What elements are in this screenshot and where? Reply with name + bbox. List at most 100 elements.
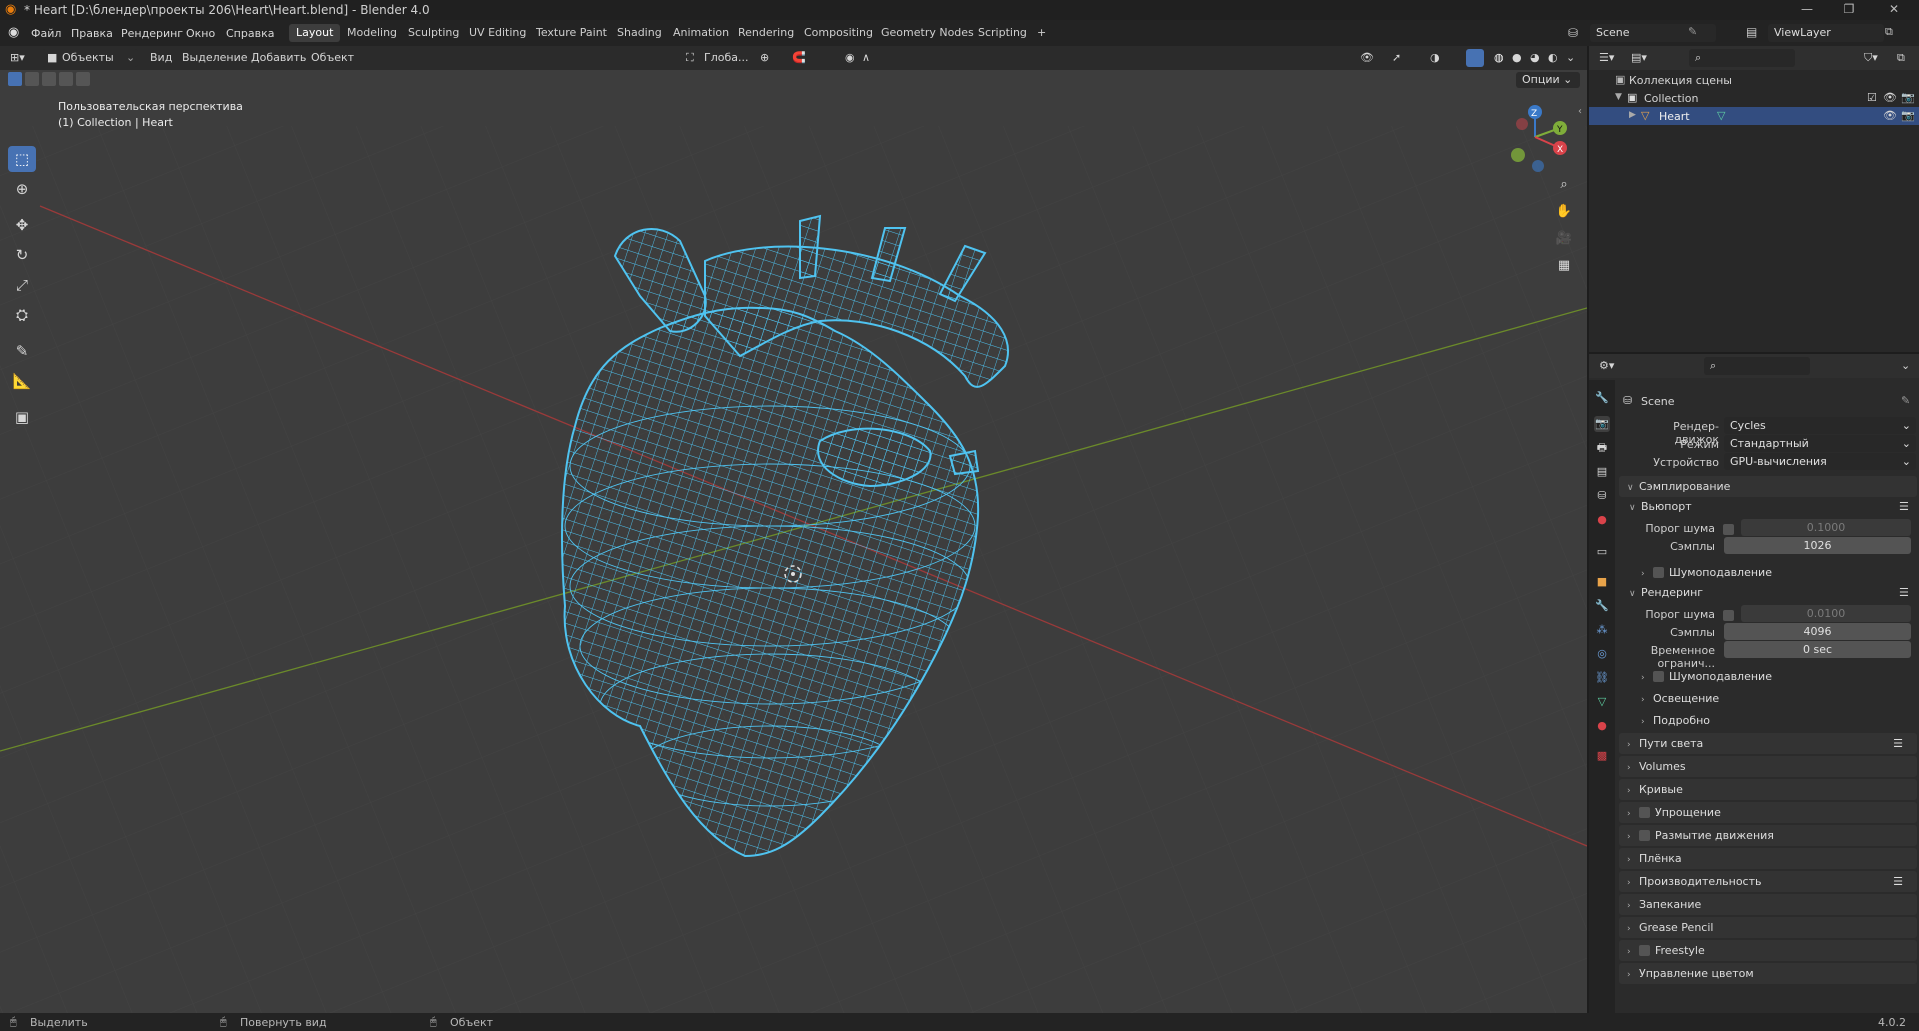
bake-panel[interactable]: › Запекание [1619, 894, 1917, 915]
light-paths-panel[interactable]: › Пути света ☰ [1619, 733, 1917, 754]
render-subpanel-header[interactable]: ∨ Рендеринг [1629, 583, 1909, 604]
3d-viewport[interactable]: ⊞▾ ■ Объекты ⌄ Вид Выделение Добавить Об… [0, 46, 1587, 1013]
snap-icon[interactable]: 🧲 [792, 50, 806, 66]
simplify-panel[interactable]: › Упрощение [1619, 802, 1917, 823]
menu-render[interactable]: Рендеринг [121, 27, 183, 40]
constraints-tab-icon[interactable]: ⛓ [1594, 670, 1610, 686]
measure-tool-icon[interactable]: 📐 [8, 368, 36, 394]
scale-tool-icon[interactable]: ⤢ [8, 272, 36, 298]
ortho-toggle-icon[interactable]: ▦ [1552, 255, 1576, 277]
pan-hand-icon[interactable]: ✋ [1552, 201, 1576, 223]
viewport-subpanel-header[interactable]: ∨ Вьюпорт [1629, 497, 1909, 518]
advanced-subpanel-header[interactable]: › Подробно [1641, 711, 1911, 732]
select-subtract-icon[interactable] [42, 72, 56, 86]
tab-texture-paint[interactable]: Texture Paint [529, 24, 614, 42]
menu-help[interactable]: Справка [226, 27, 274, 40]
select-intersect-icon[interactable] [76, 72, 90, 86]
view-layer-icon[interactable]: ▤ [1746, 25, 1757, 39]
viewport-samples-field[interactable]: 1026 [1724, 537, 1911, 554]
menu-edit[interactable]: Правка [71, 27, 113, 40]
navigation-gizmo[interactable]: Z Y X [1500, 102, 1570, 172]
pin-icon[interactable]: ✎ [1901, 394, 1910, 407]
modifier-tab-icon[interactable]: 🔧 [1594, 598, 1610, 614]
time-limit-field[interactable]: 0 sec [1724, 641, 1911, 658]
mode-select[interactable]: Стандартный ⌄ [1724, 435, 1916, 452]
maximize-button[interactable]: ❐ [1835, 2, 1863, 18]
tab-scripting[interactable]: Scripting [971, 24, 1034, 42]
tab-layout[interactable]: Layout [289, 24, 341, 42]
presets-list-icon[interactable]: ☰ [1899, 586, 1909, 599]
proportional-edit-icon[interactable]: ◉ [845, 50, 855, 66]
viewport-canvas[interactable] [0, 46, 1587, 1013]
render-shading-icon[interactable]: ◐ [1548, 50, 1558, 66]
texture-tab-icon[interactable]: ▩ [1594, 748, 1610, 764]
transform-orientation-select[interactable]: Глоба... [704, 50, 748, 66]
mode-selector[interactable]: ■ Объекты ⌄ [42, 49, 138, 67]
motion-blur-panel[interactable]: › Размытие движения [1619, 825, 1917, 846]
tool-tab-icon[interactable]: 🔧 [1594, 390, 1610, 406]
render-denoise-header[interactable]: › Шумоподавление [1641, 667, 1911, 688]
select-new-icon[interactable] [8, 72, 22, 86]
object-tab-icon[interactable]: ■ [1594, 574, 1610, 590]
outliner-row-heart[interactable]: ▶ ▽ Heart ▽ 👁 📷 [1589, 107, 1919, 125]
add-workspace-button[interactable]: + [1030, 24, 1053, 42]
properties-options-icon[interactable]: ⌄ [1901, 359, 1910, 372]
camera-view-icon[interactable]: 🎥 [1552, 228, 1576, 250]
menu-select[interactable]: Выделение [182, 50, 248, 66]
gizmo-toggle-icon[interactable]: ➚ [1392, 50, 1401, 66]
add-view-layer-icon[interactable]: ⧉ [1885, 25, 1893, 39]
view-layer-tab-icon[interactable]: ▤ [1594, 464, 1610, 480]
move-tool-icon[interactable]: ✥ [8, 212, 36, 238]
shading-options-icon[interactable]: ⌄ [1566, 50, 1575, 66]
display-mode-icon[interactable]: ▤▾ [1631, 51, 1647, 64]
grease-pencil-panel[interactable]: › Grease Pencil [1619, 917, 1917, 938]
device-select[interactable]: GPU-вычисления ⌄ [1724, 453, 1916, 470]
tab-animation[interactable]: Animation [666, 24, 736, 42]
curves-panel[interactable]: › Кривые [1619, 779, 1917, 800]
collection-tab-icon[interactable]: ▭ [1594, 544, 1610, 560]
annotate-tool-icon[interactable]: ✎ [8, 338, 36, 364]
rotate-tool-icon[interactable]: ↻ [8, 242, 36, 268]
menu-object[interactable]: Объект [311, 50, 354, 66]
presets-list-icon[interactable]: ☰ [1899, 500, 1909, 513]
filter-icon[interactable]: ⛉▾ [1864, 51, 1878, 65]
presets-list-icon[interactable]: ☰ [1893, 733, 1903, 754]
outliner-row-collection[interactable]: ▼ ▣ Collection ☑ 👁 📷 [1589, 89, 1919, 107]
tab-rendering[interactable]: Rendering [731, 24, 801, 42]
visibility-icon[interactable]: 👁 [1360, 50, 1374, 66]
expand-chevron-icon[interactable]: ▼ [1615, 92, 1622, 102]
outliner-search-input[interactable]: ⌕ [1689, 49, 1795, 67]
properties-editor-icon[interactable]: ⚙▾ [1599, 359, 1614, 372]
freestyle-checkbox[interactable] [1639, 945, 1650, 956]
tab-uv-editing[interactable]: UV Editing [462, 24, 533, 42]
render-camera-icon[interactable]: 📷 [1901, 91, 1915, 104]
render-noise-checkbox[interactable] [1723, 610, 1734, 621]
particles-tab-icon[interactable]: ⁂ [1594, 622, 1610, 638]
mesh-data-tab-icon[interactable]: ▽ [1594, 694, 1610, 710]
select-invert-icon[interactable] [59, 72, 73, 86]
outliner-editor-icon[interactable]: ☰▾ [1599, 51, 1614, 64]
render-denoise-checkbox[interactable] [1653, 671, 1664, 682]
properties-search-input[interactable]: ⌕ [1704, 357, 1810, 375]
output-tab-icon[interactable]: 🖶 [1594, 440, 1610, 456]
tab-shading[interactable]: Shading [610, 24, 669, 42]
menu-view[interactable]: Вид [150, 50, 172, 66]
motion-blur-checkbox[interactable] [1639, 830, 1650, 841]
viewport-noise-checkbox[interactable] [1723, 524, 1734, 535]
menu-window[interactable]: Окно [186, 27, 215, 40]
expand-chevron-icon[interactable]: ▶ [1629, 110, 1636, 120]
scene-icon[interactable]: ⛁ [1568, 26, 1578, 40]
viewport-denoise-checkbox[interactable] [1653, 567, 1664, 578]
pin-icon[interactable]: ✎ [1688, 25, 1697, 38]
scene-tab-icon[interactable]: ⛁ [1594, 488, 1610, 504]
simplify-checkbox[interactable] [1639, 807, 1650, 818]
tab-sculpting[interactable]: Sculpting [401, 24, 466, 42]
visibility-eye-icon[interactable]: 👁 [1883, 109, 1897, 122]
cursor-tool-icon[interactable]: ⊕ [8, 176, 36, 202]
solid-shading-icon[interactable]: ● [1512, 50, 1522, 66]
options-dropdown[interactable]: Опции ⌄ [1516, 72, 1580, 88]
menu-add[interactable]: Добавить [251, 50, 306, 66]
viewport-noise-field[interactable]: 0.1000 [1741, 519, 1911, 536]
render-samples-field[interactable]: 4096 [1724, 623, 1911, 640]
film-panel[interactable]: › Плёнка [1619, 848, 1917, 869]
